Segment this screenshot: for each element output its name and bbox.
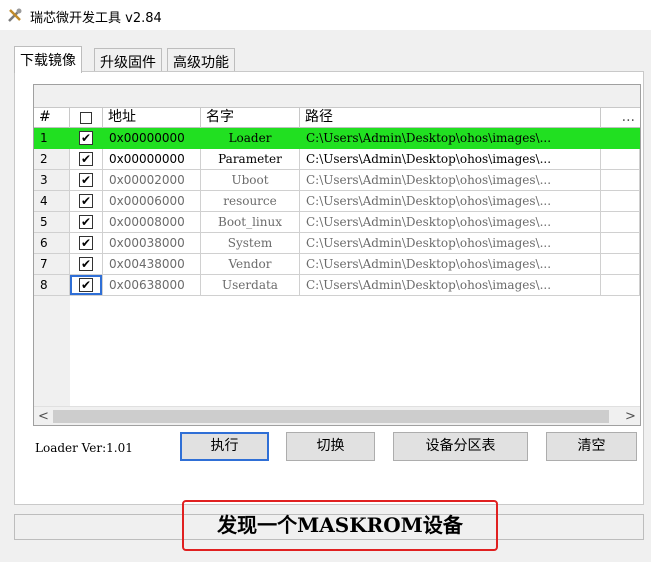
row-checkbox-cell[interactable]: ✔	[70, 128, 103, 149]
row-more[interactable]	[601, 191, 640, 212]
col-header-more[interactable]: ...	[601, 108, 640, 128]
row-address[interactable]: 0x00002000	[103, 170, 201, 191]
row-checkbox[interactable]: ✔	[79, 173, 93, 187]
table-row[interactable]: 8 ✔ 0x00638000 Userdata C:\Users\Admin\D…	[34, 275, 640, 296]
row-name[interactable]: Parameter	[201, 149, 300, 170]
col-header-select[interactable]	[70, 108, 103, 128]
row-name[interactable]: Boot_linux	[201, 212, 300, 233]
row-address[interactable]: 0x00000000	[103, 149, 201, 170]
scroll-left-icon[interactable]: <	[34, 407, 53, 426]
row-path[interactable]: C:\Users\Admin\Desktop\ohos\images\...	[300, 170, 601, 191]
row-more[interactable]	[601, 212, 640, 233]
row-checkbox-cell[interactable]: ✔	[70, 275, 103, 296]
row-index: 1	[34, 128, 70, 149]
table-row[interactable]: 3 ✔ 0x00002000 Uboot C:\Users\Admin\Desk…	[34, 170, 640, 191]
row-path[interactable]: C:\Users\Admin\Desktop\ohos\images\...	[300, 254, 601, 275]
row-address[interactable]: 0x00038000	[103, 233, 201, 254]
row-address[interactable]: 0x00006000	[103, 191, 201, 212]
row-address[interactable]: 0x00438000	[103, 254, 201, 275]
row-address[interactable]: 0x00008000	[103, 212, 201, 233]
row-address[interactable]: 0x00000000	[103, 128, 201, 149]
row-checkbox[interactable]: ✔	[79, 152, 93, 166]
table-row[interactable]: 1 ✔ 0x00000000 Loader C:\Users\Admin\Des…	[34, 128, 640, 149]
col-header-index[interactable]: #	[34, 108, 70, 128]
switch-button[interactable]: 切换	[286, 432, 375, 461]
row-index: 2	[34, 149, 70, 170]
scroll-right-icon[interactable]: >	[621, 407, 640, 426]
row-checkbox-cell[interactable]: ✔	[70, 233, 103, 254]
row-checkbox-cell[interactable]: ✔	[70, 149, 103, 170]
tab-upgrade-firmware[interactable]: 升级固件	[94, 48, 162, 72]
loader-version-label: Loader Ver:1.01	[35, 441, 133, 455]
row-address[interactable]: 0x00638000	[103, 275, 201, 296]
row-checkbox[interactable]: ✔	[79, 131, 93, 145]
table-row[interactable]: 6 ✔ 0x00038000 System C:\Users\Admin\Des…	[34, 233, 640, 254]
row-path[interactable]: C:\Users\Admin\Desktop\ohos\images\...	[300, 128, 601, 149]
row-name[interactable]: Loader	[201, 128, 300, 149]
tab-download-image[interactable]: 下载镜像	[14, 46, 82, 73]
device-status-message: 发现一个MASKROM设备	[182, 500, 498, 551]
row-checkbox[interactable]: ✔	[79, 194, 93, 208]
col-header-path[interactable]: 路径	[300, 108, 601, 128]
row-path[interactable]: C:\Users\Admin\Desktop\ohos\images\...	[300, 233, 601, 254]
row-checkbox[interactable]: ✔	[79, 236, 93, 250]
table-row[interactable]: 5 ✔ 0x00008000 Boot_linux C:\Users\Admin…	[34, 212, 640, 233]
row-name[interactable]: Uboot	[201, 170, 300, 191]
table-row[interactable]: 2 ✔ 0x00000000 Parameter C:\Users\Admin\…	[34, 149, 640, 170]
row-name[interactable]: Userdata	[201, 275, 300, 296]
row-more[interactable]	[601, 275, 640, 296]
col-header-address[interactable]: 地址	[103, 108, 201, 128]
title-bar: 瑞芯微开发工具 v2.84	[0, 0, 651, 30]
row-checkbox-cell[interactable]: ✔	[70, 170, 103, 191]
download-panel: # 地址 名字 路径 ... 1 ✔ 0x00000000 Loader C:\…	[14, 71, 644, 505]
row-more[interactable]	[601, 233, 640, 254]
select-all-checkbox[interactable]	[80, 112, 92, 124]
row-index: 5	[34, 212, 70, 233]
table-row[interactable]: 4 ✔ 0x00006000 resource C:\Users\Admin\D…	[34, 191, 640, 212]
row-path[interactable]: C:\Users\Admin\Desktop\ohos\images\...	[300, 275, 601, 296]
table-row[interactable]: 7 ✔ 0x00438000 Vendor C:\Users\Admin\Des…	[34, 254, 640, 275]
row-checkbox-cell[interactable]: ✔	[70, 212, 103, 233]
partition-table-button[interactable]: 设备分区表	[393, 432, 528, 461]
horizontal-scrollbar[interactable]: < >	[34, 406, 640, 425]
window-title: 瑞芯微开发工具 v2.84	[30, 11, 162, 26]
row-index: 4	[34, 191, 70, 212]
grid-header: # 地址 名字 路径 ...	[34, 108, 640, 128]
row-more[interactable]	[601, 149, 640, 170]
col-header-name[interactable]: 名字	[201, 108, 300, 128]
row-more[interactable]	[601, 170, 640, 191]
row-index: 6	[34, 233, 70, 254]
row-index: 8	[34, 275, 70, 296]
row-index: 3	[34, 170, 70, 191]
row-path[interactable]: C:\Users\Admin\Desktop\ohos\images\...	[300, 191, 601, 212]
row-checkbox-cell[interactable]: ✔	[70, 254, 103, 275]
row-name[interactable]: Vendor	[201, 254, 300, 275]
row-checkbox[interactable]: ✔	[79, 278, 93, 292]
row-checkbox[interactable]: ✔	[79, 257, 93, 271]
row-checkbox[interactable]: ✔	[79, 215, 93, 229]
partition-grid: # 地址 名字 路径 ... 1 ✔ 0x00000000 Loader C:\…	[33, 84, 641, 426]
row-name[interactable]: resource	[201, 191, 300, 212]
clear-button[interactable]: 清空	[546, 432, 637, 461]
grid-toolbar-band	[34, 85, 640, 108]
row-index: 7	[34, 254, 70, 275]
tools-icon	[8, 8, 22, 22]
row-more[interactable]	[601, 128, 640, 149]
row-more[interactable]	[601, 254, 640, 275]
row-path[interactable]: C:\Users\Admin\Desktop\ohos\images\...	[300, 149, 601, 170]
execute-button[interactable]: 执行	[180, 432, 269, 461]
row-path[interactable]: C:\Users\Admin\Desktop\ohos\images\...	[300, 212, 601, 233]
row-name[interactable]: System	[201, 233, 300, 254]
row-checkbox-cell[interactable]: ✔	[70, 191, 103, 212]
tab-advanced-functions[interactable]: 高级功能	[167, 48, 235, 72]
scrollbar-thumb[interactable]	[53, 410, 609, 423]
